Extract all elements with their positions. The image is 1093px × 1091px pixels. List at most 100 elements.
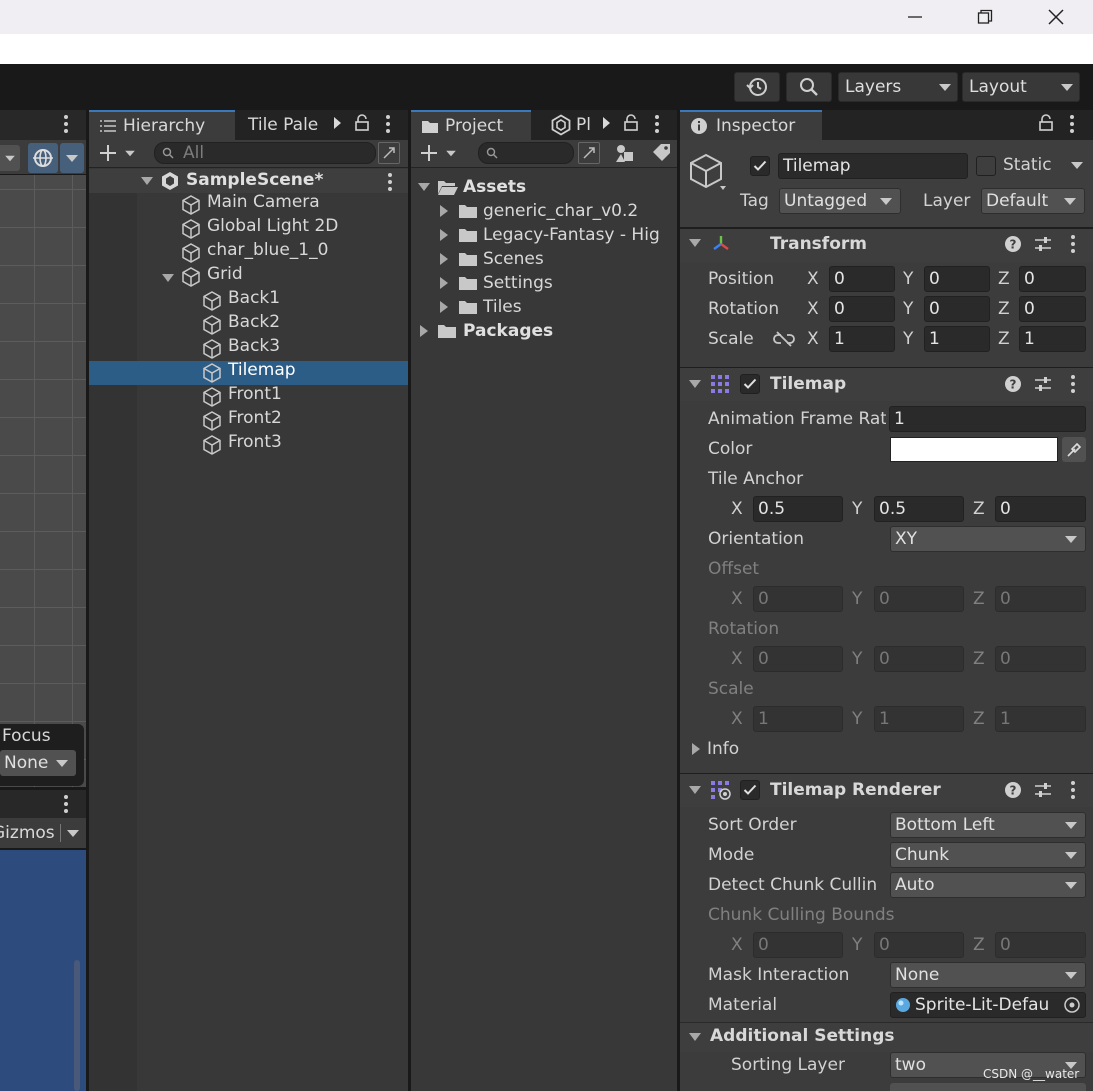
- expand-icon[interactable]: [141, 177, 153, 185]
- field-x[interactable]: 0: [829, 266, 895, 292]
- scene-gizmo-dropdown[interactable]: [60, 143, 84, 173]
- tilemap-enabled-checkbox[interactable]: [740, 374, 760, 394]
- hierarchy-item[interactable]: Tilemap: [228, 360, 296, 380]
- hierarchy-menu-icon[interactable]: [386, 115, 390, 133]
- filter-by-type-icon[interactable]: [614, 142, 636, 164]
- preset-icon[interactable]: [1034, 375, 1052, 393]
- tab-overflow-icon[interactable]: [334, 117, 341, 129]
- expand-icon[interactable]: [440, 277, 448, 289]
- field-y[interactable]: 0: [924, 266, 990, 292]
- hierarchy-search-input[interactable]: All: [154, 142, 376, 164]
- unlink-scale-icon[interactable]: [773, 330, 795, 348]
- field-x[interactable]: 0.5: [753, 496, 843, 522]
- scene-gizmo-button[interactable]: [28, 143, 58, 173]
- history-button[interactable]: [734, 72, 780, 102]
- hierarchy-item[interactable]: Back1: [228, 288, 280, 308]
- filter-by-label-icon[interactable]: [651, 142, 673, 164]
- component-menu-icon[interactable]: [1071, 235, 1075, 253]
- folder-label[interactable]: Tiles: [483, 297, 522, 317]
- collapse-icon[interactable]: [689, 786, 701, 794]
- minimize-button[interactable]: [880, 0, 950, 34]
- eyedropper-button[interactable]: [1062, 437, 1086, 462]
- expand-icon[interactable]: [440, 229, 448, 241]
- field-z[interactable]: 0: [1019, 296, 1086, 322]
- collapse-icon[interactable]: [689, 380, 701, 388]
- help-icon[interactable]: ?: [1004, 375, 1022, 393]
- collapse-icon[interactable]: [689, 1033, 701, 1041]
- scene-tool-dropdown[interactable]: [0, 145, 20, 171]
- hierarchy-item[interactable]: Main Camera: [207, 192, 320, 212]
- help-icon[interactable]: ?: [1004, 781, 1022, 799]
- hierarchy-item[interactable]: char_blue_1_0: [207, 240, 328, 260]
- mode-dropdown[interactable]: Chunk: [890, 842, 1086, 868]
- anim-rate-input[interactable]: 1: [889, 406, 1086, 432]
- folder-label[interactable]: Legacy-Fantasy - Hig: [483, 225, 660, 245]
- component-menu-icon[interactable]: [1071, 375, 1075, 393]
- orientation-dropdown[interactable]: XY: [890, 526, 1086, 552]
- focus-dropdown[interactable]: None: [0, 750, 76, 776]
- tab-package-manager[interactable]: Pl: [540, 110, 601, 140]
- lock-icon[interactable]: [623, 114, 639, 132]
- object-name-input[interactable]: Tilemap: [778, 153, 968, 179]
- folder-label[interactable]: Settings: [483, 273, 553, 293]
- expand-icon[interactable]: [440, 253, 448, 265]
- transform-header[interactable]: [680, 228, 1093, 262]
- hierarchy-item[interactable]: Global Light 2D: [207, 216, 338, 236]
- color-swatch[interactable]: [890, 437, 1058, 462]
- field-x[interactable]: 0: [829, 296, 895, 322]
- tag-dropdown[interactable]: Untagged: [779, 188, 901, 214]
- detect-culling-dropdown[interactable]: Auto: [890, 872, 1086, 898]
- folder-label[interactable]: generic_char_v0.2: [483, 201, 638, 221]
- component-menu-icon[interactable]: [1071, 781, 1075, 799]
- search-expand-icon[interactable]: [378, 142, 400, 164]
- packages-folder-label[interactable]: Packages: [463, 321, 553, 341]
- scrollbar[interactable]: [74, 960, 80, 1091]
- field-z[interactable]: 0: [995, 496, 1086, 522]
- info-foldout-label[interactable]: Info: [707, 739, 739, 759]
- tab-inspector[interactable]: Inspector: [680, 110, 822, 140]
- expand-icon[interactable]: [420, 325, 428, 337]
- scene-menu-icon[interactable]: [64, 115, 68, 133]
- expand-icon[interactable]: [418, 183, 430, 191]
- chevron-down-icon[interactable]: [67, 830, 79, 837]
- field-y[interactable]: 0: [924, 296, 990, 322]
- hierarchy-item[interactable]: Grid: [207, 264, 243, 284]
- project-search-input[interactable]: [478, 142, 574, 164]
- expand-icon[interactable]: [162, 274, 174, 282]
- hierarchy-item[interactable]: Front1: [228, 384, 282, 404]
- layout-dropdown[interactable]: Layout: [962, 72, 1080, 102]
- hierarchy-item[interactable]: Back3: [228, 336, 280, 356]
- hierarchy-item[interactable]: Front3: [228, 432, 282, 452]
- tab-project[interactable]: Project: [411, 110, 531, 140]
- preset-icon[interactable]: [1034, 781, 1052, 799]
- inspector-menu-icon[interactable]: [1070, 115, 1074, 133]
- renderer-enabled-checkbox[interactable]: [740, 780, 760, 800]
- lock-icon[interactable]: [354, 114, 370, 132]
- mask-interaction-dropdown[interactable]: None: [890, 962, 1086, 988]
- sort-order-dropdown[interactable]: Bottom Left: [890, 812, 1086, 838]
- field-z[interactable]: 1: [1019, 326, 1086, 352]
- field-z[interactable]: 0: [1019, 266, 1086, 292]
- gizmos-label[interactable]: Gizmos: [0, 823, 55, 843]
- layer-dropdown[interactable]: Default: [981, 188, 1085, 214]
- field-y[interactable]: 1: [924, 326, 990, 352]
- tab-tile-palette[interactable]: Tile Pale: [238, 110, 328, 140]
- material-field[interactable]: Sprite-Lit-Defau: [890, 992, 1086, 1018]
- search-button[interactable]: [786, 72, 832, 102]
- maximize-button[interactable]: [950, 0, 1020, 34]
- hierarchy-item[interactable]: Front2: [228, 408, 282, 428]
- preset-icon[interactable]: [1034, 235, 1052, 253]
- scene-row-menu-icon[interactable]: [388, 173, 392, 191]
- hierarchy-item[interactable]: Back2: [228, 312, 280, 332]
- game-menu-icon[interactable]: [64, 795, 68, 813]
- field-x[interactable]: 1: [829, 326, 895, 352]
- field-y[interactable]: 0.5: [874, 496, 964, 522]
- tab-hierarchy[interactable]: Hierarchy: [89, 110, 235, 140]
- chevron-down-icon[interactable]: [1071, 162, 1083, 169]
- project-create-button[interactable]: [419, 143, 457, 163]
- assets-folder-label[interactable]: Assets: [463, 177, 526, 197]
- search-expand-icon[interactable]: [578, 142, 600, 164]
- scene-viewport[interactable]: [0, 175, 86, 787]
- lock-icon[interactable]: [1038, 114, 1054, 132]
- object-picker-icon[interactable]: [1063, 996, 1081, 1014]
